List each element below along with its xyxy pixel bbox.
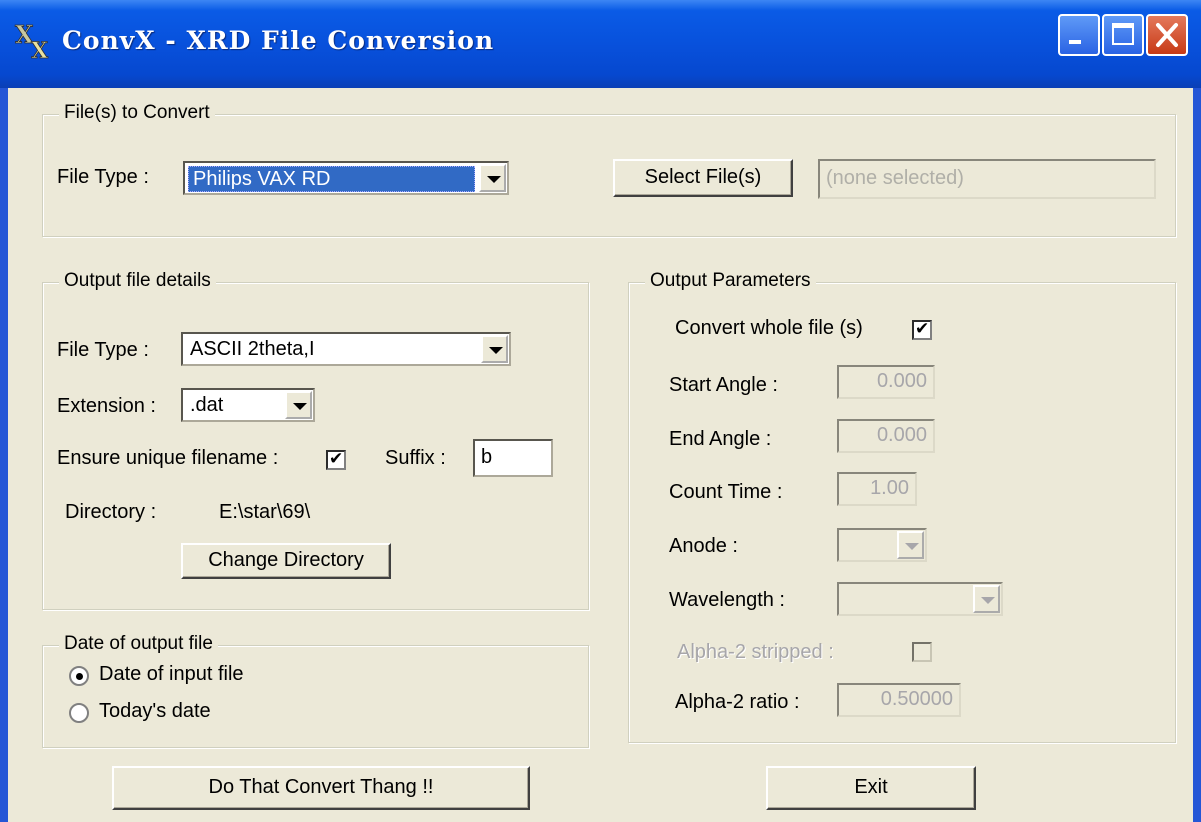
close-icon: [1156, 23, 1178, 47]
params-group-legend: Output Parameters: [645, 270, 816, 292]
alpha2-stripped-checkbox[interactable]: [912, 642, 932, 662]
select-files-button[interactable]: Select File(s): [613, 159, 793, 197]
date-input-radio[interactable]: [69, 666, 89, 686]
minimize-icon: [1069, 40, 1081, 44]
files-group-legend: File(s) to Convert: [59, 102, 215, 124]
app-logo-icon: X X: [15, 20, 50, 62]
exit-button[interactable]: Exit: [766, 766, 976, 810]
directory-path: E:\star\69\: [219, 501, 311, 523]
extension-value: .dat: [190, 394, 224, 416]
start-angle-input[interactable]: 0.000: [837, 365, 935, 399]
end-angle-label: End Angle :: [669, 428, 772, 450]
output-group-legend: Output file details: [59, 270, 216, 292]
suffix-input[interactable]: b: [473, 439, 553, 477]
anode-value: [842, 533, 850, 557]
alpha2-ratio-input[interactable]: 0.50000: [837, 683, 961, 717]
suffix-label: Suffix :: [385, 447, 446, 469]
convert-button[interactable]: Do That Convert Thang !!: [112, 766, 530, 810]
output-file-details-group: Output file details File Type : ASCII 2t…: [42, 270, 589, 610]
extension-select[interactable]: .dat: [181, 388, 315, 422]
output-parameters-group: Output Parameters Convert whole file (s)…: [628, 270, 1176, 743]
date-today-radio[interactable]: [69, 703, 89, 723]
unique-filename-label: Ensure unique filename :: [57, 447, 279, 469]
output-file-type-label: File Type :: [57, 339, 149, 361]
directory-label: Directory :: [65, 501, 157, 523]
start-angle-label: Start Angle :: [669, 374, 778, 396]
output-file-type-select[interactable]: ASCII 2theta,I: [181, 332, 511, 366]
selected-files-field: (none selected): [818, 159, 1156, 199]
alpha2-stripped-label: Alpha-2 stripped :: [677, 641, 834, 663]
wavelength-label: Wavelength :: [669, 589, 785, 611]
close-button[interactable]: [1146, 14, 1188, 56]
extension-label: Extension :: [57, 395, 156, 417]
wavelength-select[interactable]: [837, 582, 1003, 616]
date-group-legend: Date of output file: [59, 633, 218, 655]
input-file-type-value: Philips VAX RD: [188, 166, 475, 192]
dialog-client-area: File(s) to Convert File Type : Philips V…: [8, 88, 1193, 822]
title-bar[interactable]: X X ConvX - XRD File Conversion: [0, 0, 1201, 88]
files-to-convert-group: File(s) to Convert File Type : Philips V…: [42, 102, 1176, 237]
date-of-output-group: Date of output file Date of input file T…: [42, 633, 589, 748]
anode-label: Anode :: [669, 535, 738, 557]
count-time-input[interactable]: 1.00: [837, 472, 917, 506]
window-title: ConvX - XRD File Conversion: [62, 26, 495, 55]
output-file-type-value: ASCII 2theta,I: [190, 338, 315, 360]
chevron-down-icon[interactable]: [479, 164, 506, 192]
date-input-label[interactable]: Date of input file: [99, 663, 244, 686]
count-time-label: Count Time :: [669, 481, 783, 503]
chevron-down-icon[interactable]: [973, 585, 1000, 613]
anode-select[interactable]: [837, 528, 927, 562]
convert-whole-checkbox[interactable]: [912, 319, 932, 340]
unique-filename-checkbox[interactable]: [326, 449, 346, 470]
input-file-type-select[interactable]: Philips VAX RD: [183, 161, 509, 195]
date-today-label[interactable]: Today's date: [99, 700, 211, 723]
alpha2-ratio-label: Alpha-2 ratio :: [675, 691, 800, 713]
maximize-button[interactable]: [1102, 14, 1144, 56]
change-directory-button[interactable]: Change Directory: [181, 543, 391, 579]
convert-whole-label: Convert whole file (s): [675, 317, 863, 339]
wavelength-value: [842, 587, 850, 611]
maximize-icon: [1112, 23, 1134, 45]
minimize-button[interactable]: [1058, 14, 1100, 56]
end-angle-input[interactable]: 0.000: [837, 419, 935, 453]
main-window: X X ConvX - XRD File Conversion File(s) …: [0, 0, 1201, 822]
chevron-down-icon[interactable]: [285, 391, 312, 419]
svg-text:X: X: [31, 38, 49, 62]
input-file-type-label: File Type :: [57, 166, 149, 188]
chevron-down-icon[interactable]: [897, 531, 924, 559]
chevron-down-icon[interactable]: [481, 335, 508, 363]
